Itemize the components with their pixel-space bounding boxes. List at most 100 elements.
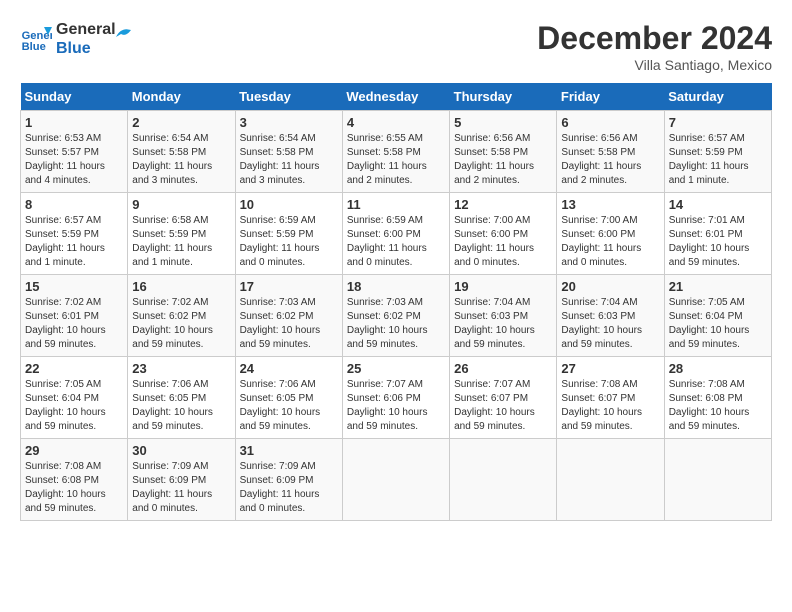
calendar-cell: 8 Sunrise: 6:57 AM Sunset: 5:59 PM Daylig… [21, 193, 128, 275]
calendar-week-1: 1Sunrise: 6:53 AM Sunset: 5:57 PM Daylig… [21, 111, 772, 193]
day-number: 30 [132, 443, 230, 458]
day-number: 25 [347, 361, 445, 376]
day-info: Sunrise: 6:56 AM Sunset: 5:58 PM Dayligh… [454, 132, 552, 188]
header-tuesday: Tuesday [235, 83, 342, 111]
day-info: Sunrise: 6:56 AM Sunset: 5:58 PM Dayligh… [561, 132, 659, 188]
day-number: 16 [132, 279, 230, 294]
day-info: Sunrise: 7:03 AM Sunset: 6:02 PM Dayligh… [347, 296, 445, 352]
calendar-cell: 6 Sunrise: 6:56 AM Sunset: 5:58 PM Daylig… [557, 111, 664, 193]
day-number: 20 [561, 279, 659, 294]
day-number: 28 [669, 361, 767, 376]
calendar-cell [664, 439, 771, 521]
calendar-cell: 4Sunrise: 6:55 AM Sunset: 5:58 PM Daylig… [342, 111, 449, 193]
day-info: Sunrise: 7:08 AM Sunset: 6:08 PM Dayligh… [669, 378, 767, 434]
day-info: Sunrise: 7:06 AM Sunset: 6:05 PM Dayligh… [240, 378, 338, 434]
day-number: 6 [561, 115, 659, 130]
day-number: 4 [347, 115, 445, 130]
day-info: Sunrise: 6:58 AM Sunset: 5:59 PM Dayligh… [132, 214, 230, 270]
calendar-week-3: 15 Sunrise: 7:02 AM Sunset: 6:01 PM Dayli… [21, 275, 772, 357]
calendar-cell: 2Sunrise: 6:54 AM Sunset: 5:58 PM Daylig… [128, 111, 235, 193]
header-monday: Monday [128, 83, 235, 111]
calendar-header-row: Sunday Monday Tuesday Wednesday Thursday… [21, 83, 772, 111]
calendar-cell: 24 Sunrise: 7:06 AM Sunset: 6:05 PM Dayli… [235, 357, 342, 439]
page-header: General Blue General Blue December 2024 … [20, 20, 772, 73]
day-number: 8 [25, 197, 123, 212]
day-info: Sunrise: 6:59 AM Sunset: 5:59 PM Dayligh… [240, 214, 338, 270]
calendar-cell: 20Sunrise: 7:04 AM Sunset: 6:03 PM Dayli… [557, 275, 664, 357]
day-number: 17 [240, 279, 338, 294]
day-info: Sunrise: 6:57 AM Sunset: 5:59 PM Dayligh… [25, 214, 123, 270]
day-number: 3 [240, 115, 338, 130]
title-area: December 2024 Villa Santiago, Mexico [537, 20, 772, 73]
day-info: Sunrise: 7:03 AM Sunset: 6:02 PM Dayligh… [240, 296, 338, 352]
day-info: Sunrise: 7:07 AM Sunset: 6:06 PM Dayligh… [347, 378, 445, 434]
calendar-cell [450, 439, 557, 521]
calendar-table: Sunday Monday Tuesday Wednesday Thursday… [20, 83, 772, 521]
logo: General Blue General Blue [20, 20, 131, 58]
calendar-cell: 19 Sunrise: 7:04 AM Sunset: 6:03 PM Dayli… [450, 275, 557, 357]
calendar-cell: 11 Sunrise: 6:59 AM Sunset: 6:00 PM Dayli… [342, 193, 449, 275]
day-number: 12 [454, 197, 552, 212]
day-number: 5 [454, 115, 552, 130]
calendar-cell: 9Sunrise: 6:58 AM Sunset: 5:59 PM Daylig… [128, 193, 235, 275]
day-number: 7 [669, 115, 767, 130]
day-number: 27 [561, 361, 659, 376]
day-number: 15 [25, 279, 123, 294]
day-number: 18 [347, 279, 445, 294]
calendar-cell: 18 Sunrise: 7:03 AM Sunset: 6:02 PM Dayli… [342, 275, 449, 357]
calendar-week-4: 22Sunrise: 7:05 AM Sunset: 6:04 PM Dayli… [21, 357, 772, 439]
location: Villa Santiago, Mexico [537, 57, 772, 73]
day-info: Sunrise: 7:02 AM Sunset: 6:02 PM Dayligh… [132, 296, 230, 352]
calendar-cell: 25 Sunrise: 7:07 AM Sunset: 6:06 PM Dayli… [342, 357, 449, 439]
day-number: 26 [454, 361, 552, 376]
day-info: Sunrise: 6:54 AM Sunset: 5:58 PM Dayligh… [240, 132, 338, 188]
day-number: 19 [454, 279, 552, 294]
logo-text-line1: General [56, 20, 116, 39]
calendar-cell: 15 Sunrise: 7:02 AM Sunset: 6:01 PM Dayli… [21, 275, 128, 357]
day-number: 13 [561, 197, 659, 212]
calendar-cell: 7 Sunrise: 6:57 AM Sunset: 5:59 PM Daylig… [664, 111, 771, 193]
day-number: 10 [240, 197, 338, 212]
header-thursday: Thursday [450, 83, 557, 111]
calendar-cell: 31 Sunrise: 7:09 AM Sunset: 6:09 PM Dayli… [235, 439, 342, 521]
day-info: Sunrise: 6:53 AM Sunset: 5:57 PM Dayligh… [25, 132, 123, 188]
day-info: Sunrise: 7:08 AM Sunset: 6:07 PM Dayligh… [561, 378, 659, 434]
day-number: 23 [132, 361, 230, 376]
calendar-cell: 5 Sunrise: 6:56 AM Sunset: 5:58 PM Daylig… [450, 111, 557, 193]
day-number: 14 [669, 197, 767, 212]
day-info: Sunrise: 6:57 AM Sunset: 5:59 PM Dayligh… [669, 132, 767, 188]
logo-text-line2: Blue [56, 39, 116, 58]
calendar-cell: 29Sunrise: 7:08 AM Sunset: 6:08 PM Dayli… [21, 439, 128, 521]
day-number: 21 [669, 279, 767, 294]
calendar-cell: 30 Sunrise: 7:09 AM Sunset: 6:09 PM Dayli… [128, 439, 235, 521]
day-info: Sunrise: 7:00 AM Sunset: 6:00 PM Dayligh… [454, 214, 552, 270]
day-number: 22 [25, 361, 123, 376]
day-info: Sunrise: 7:09 AM Sunset: 6:09 PM Dayligh… [240, 460, 338, 516]
calendar-cell: 14Sunrise: 7:01 AM Sunset: 6:01 PM Dayli… [664, 193, 771, 275]
calendar-cell: 26 Sunrise: 7:07 AM Sunset: 6:07 PM Dayli… [450, 357, 557, 439]
day-info: Sunrise: 7:07 AM Sunset: 6:07 PM Dayligh… [454, 378, 552, 434]
day-info: Sunrise: 7:05 AM Sunset: 6:04 PM Dayligh… [669, 296, 767, 352]
day-number: 2 [132, 115, 230, 130]
calendar-cell: 10 Sunrise: 6:59 AM Sunset: 5:59 PM Dayli… [235, 193, 342, 275]
day-number: 29 [25, 443, 123, 458]
day-number: 11 [347, 197, 445, 212]
day-number: 24 [240, 361, 338, 376]
svg-text:Blue: Blue [22, 41, 46, 53]
day-info: Sunrise: 7:02 AM Sunset: 6:01 PM Dayligh… [25, 296, 123, 352]
calendar-cell: 28 Sunrise: 7:08 AM Sunset: 6:08 PM Dayli… [664, 357, 771, 439]
day-info: Sunrise: 7:09 AM Sunset: 6:09 PM Dayligh… [132, 460, 230, 516]
calendar-cell: 12 Sunrise: 7:00 AM Sunset: 6:00 PM Dayli… [450, 193, 557, 275]
calendar-week-5: 29Sunrise: 7:08 AM Sunset: 6:08 PM Dayli… [21, 439, 772, 521]
logo-icon: General Blue [20, 23, 52, 55]
day-info: Sunrise: 7:04 AM Sunset: 6:03 PM Dayligh… [454, 296, 552, 352]
day-info: Sunrise: 7:00 AM Sunset: 6:00 PM Dayligh… [561, 214, 659, 270]
calendar-week-2: 8 Sunrise: 6:57 AM Sunset: 5:59 PM Daylig… [21, 193, 772, 275]
day-info: Sunrise: 6:59 AM Sunset: 6:00 PM Dayligh… [347, 214, 445, 270]
month-title: December 2024 [537, 20, 772, 57]
calendar-cell [342, 439, 449, 521]
calendar-cell: 16 Sunrise: 7:02 AM Sunset: 6:02 PM Dayli… [128, 275, 235, 357]
header-saturday: Saturday [664, 83, 771, 111]
calendar-cell: 1Sunrise: 6:53 AM Sunset: 5:57 PM Daylig… [21, 111, 128, 193]
day-number: 31 [240, 443, 338, 458]
